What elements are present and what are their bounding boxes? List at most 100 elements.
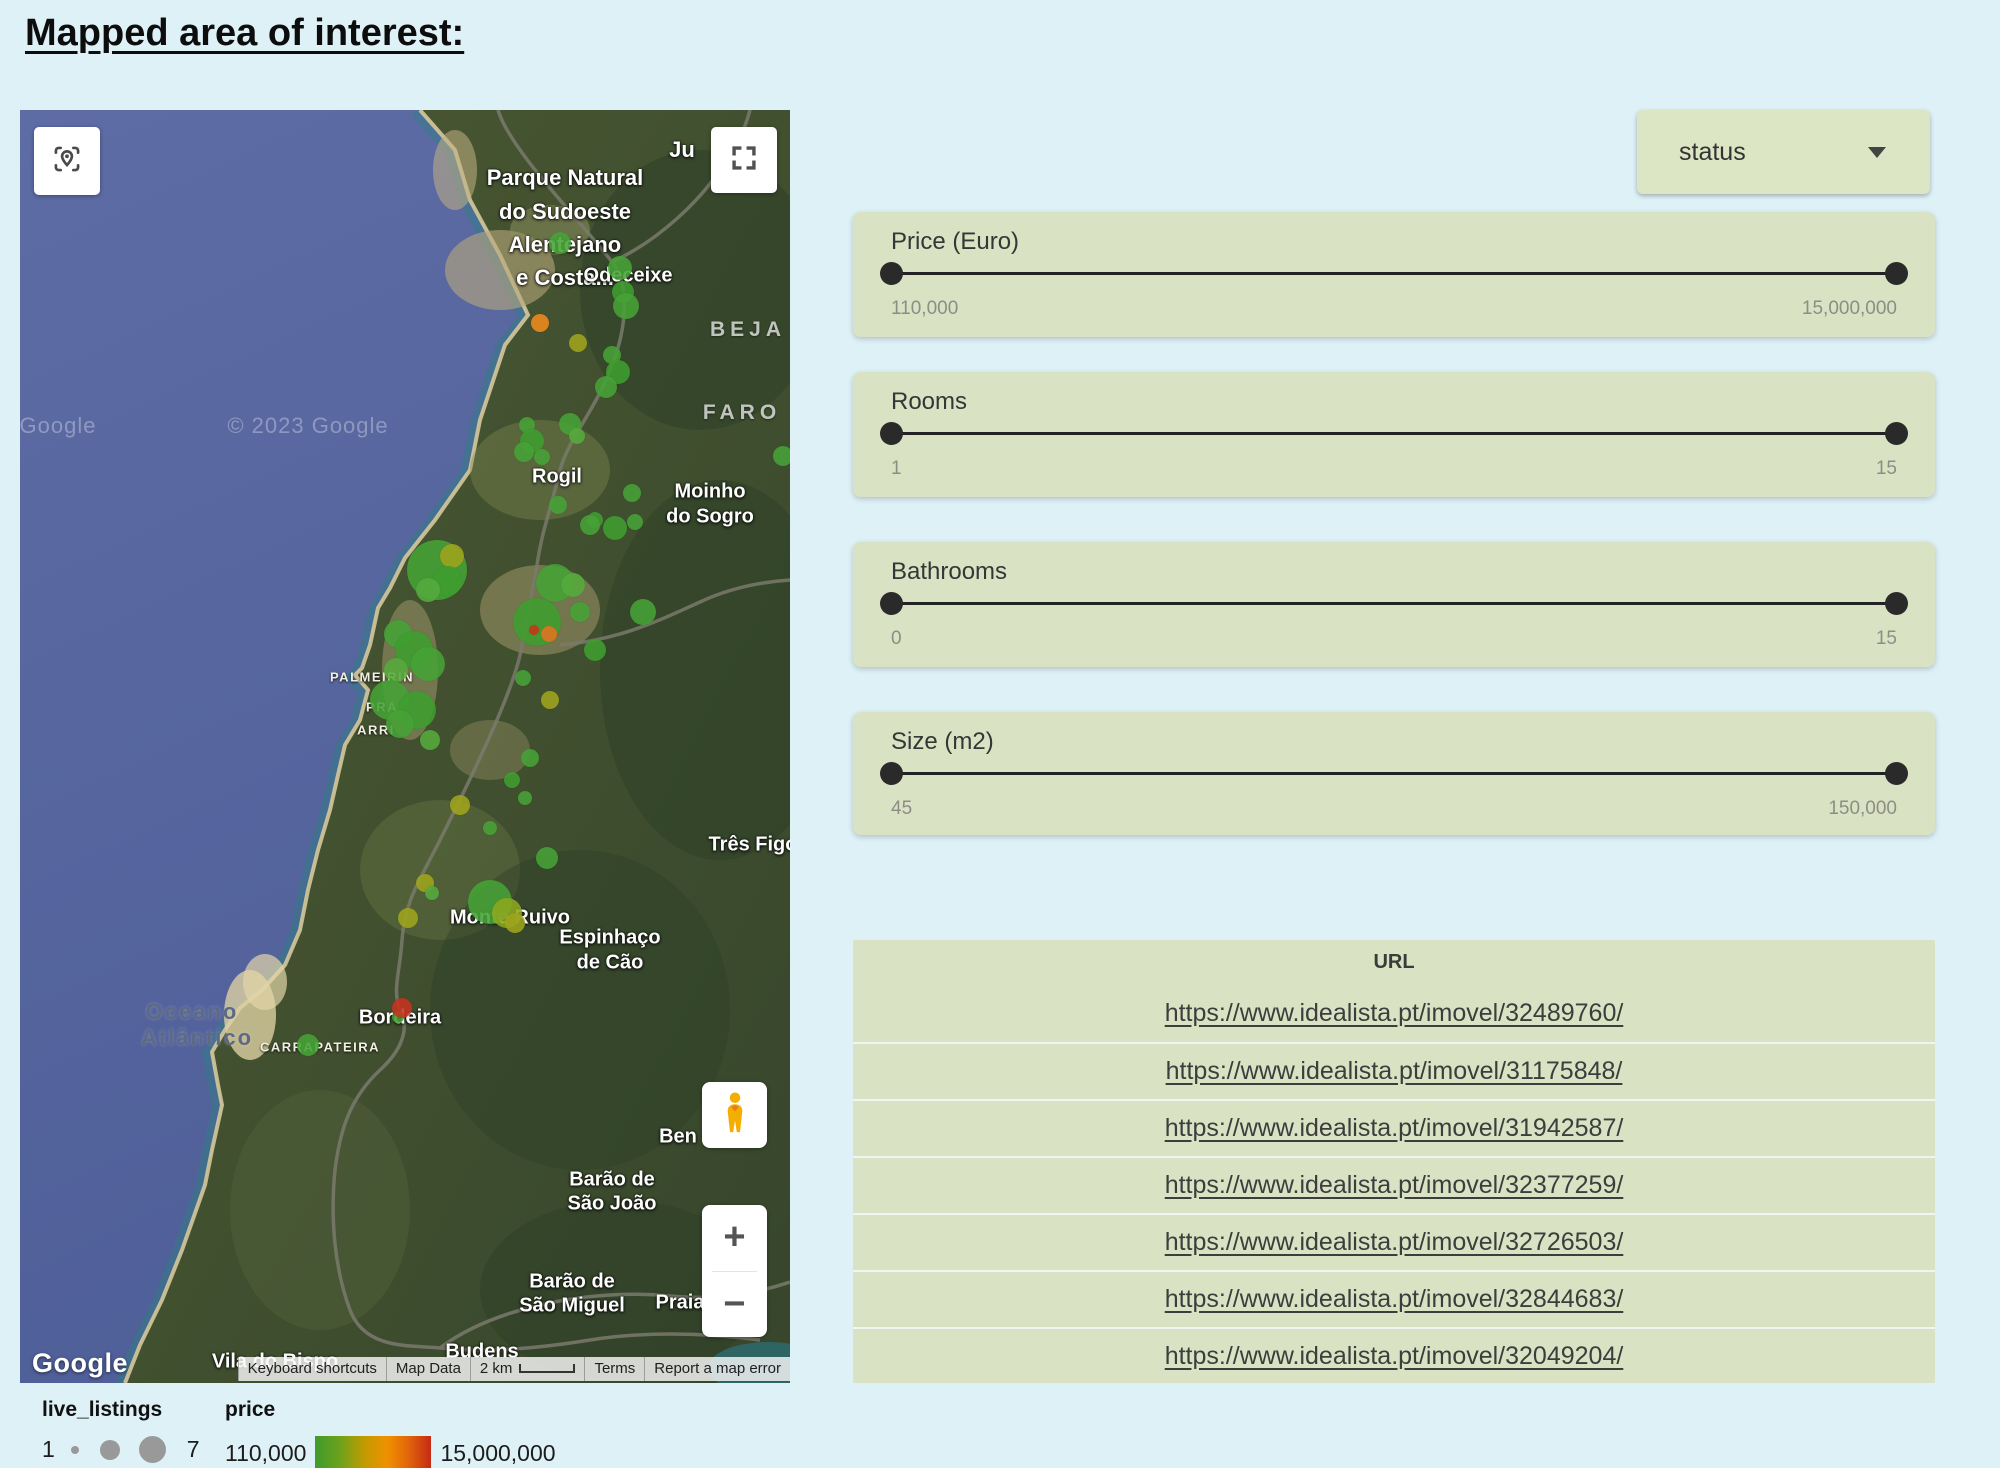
listing-marker[interactable] xyxy=(584,639,606,661)
size-dot-small xyxy=(71,1446,79,1454)
size-dot-large xyxy=(139,1436,166,1463)
slider-handle-min[interactable] xyxy=(880,762,903,785)
slider-handle-min[interactable] xyxy=(880,422,903,445)
slider-handle-max[interactable] xyxy=(1885,262,1908,285)
attribution-report-error[interactable]: Report a map error xyxy=(644,1357,790,1381)
slider-min-value: 0 xyxy=(891,628,902,650)
listing-marker[interactable] xyxy=(392,998,412,1018)
listing-marker[interactable] xyxy=(521,749,539,767)
listing-marker[interactable] xyxy=(541,691,559,709)
listing-marker[interactable] xyxy=(549,496,567,514)
slider-min-value: 110,000 xyxy=(891,298,958,320)
price-legend-max: 15,000,000 xyxy=(440,1440,555,1467)
listing-marker[interactable] xyxy=(425,886,439,900)
listing-marker[interactable] xyxy=(630,599,656,625)
size-slider[interactable] xyxy=(891,762,1897,786)
url-table-row: https://www.idealista.pt/imovel/32489760… xyxy=(853,985,1935,1042)
listing-marker[interactable] xyxy=(627,514,643,530)
slider-track[interactable] xyxy=(891,272,1897,275)
zoom-in-button[interactable]: + xyxy=(702,1205,767,1271)
listing-marker[interactable] xyxy=(420,730,440,750)
url-table-row: https://www.idealista.pt/imovel/32377259… xyxy=(853,1156,1935,1213)
listing-marker[interactable] xyxy=(505,913,525,933)
slider-track[interactable] xyxy=(891,602,1897,605)
slider-handle-min[interactable] xyxy=(880,592,903,615)
url-table: URL https://www.idealista.pt/imovel/3248… xyxy=(853,940,1935,1383)
listing-marker[interactable] xyxy=(569,334,587,352)
price-slider[interactable] xyxy=(891,262,1897,286)
status-dropdown[interactable]: status xyxy=(1637,110,1930,194)
filter-label-rooms: Rooms xyxy=(891,388,967,416)
listing-marker[interactable] xyxy=(580,515,600,535)
url-table-row: https://www.idealista.pt/imovel/31175848… xyxy=(853,1042,1935,1099)
listing-marker[interactable] xyxy=(561,573,585,597)
listing-marker[interactable] xyxy=(504,772,520,788)
listing-marker[interactable] xyxy=(411,647,445,681)
size-legend-min: 1 xyxy=(42,1436,55,1463)
listing-marker[interactable] xyxy=(297,1034,319,1056)
slider-handle-min[interactable] xyxy=(880,262,903,285)
listing-marker[interactable] xyxy=(541,626,557,642)
slider-track[interactable] xyxy=(891,772,1897,775)
slider-handle-max[interactable] xyxy=(1885,762,1908,785)
pegman-button[interactable] xyxy=(702,1082,767,1148)
listing-marker[interactable] xyxy=(570,602,590,622)
listing-marker[interactable] xyxy=(534,449,550,465)
price-legend: price 110,000 15,000,000 xyxy=(225,1398,556,1468)
fullscreen-button[interactable] xyxy=(711,127,777,193)
listing-url-link[interactable]: https://www.idealista.pt/imovel/32489760… xyxy=(1165,999,1624,1028)
listing-marker[interactable] xyxy=(569,428,585,444)
map-canvas[interactable]: Parque Naturaldo SudoesteAlentejanoe Cos… xyxy=(20,110,790,1383)
listing-marker[interactable] xyxy=(515,670,531,686)
listing-url-link[interactable]: https://www.idealista.pt/imovel/32726503… xyxy=(1165,1228,1624,1257)
pegman-icon xyxy=(720,1091,750,1140)
listing-marker[interactable] xyxy=(549,232,571,254)
caret-down-icon xyxy=(1868,147,1886,158)
attribution-scale: 2 km xyxy=(470,1357,585,1381)
listing-marker[interactable] xyxy=(613,293,639,319)
rooms-slider[interactable] xyxy=(891,422,1897,446)
listing-marker[interactable] xyxy=(398,908,418,928)
bathrooms-slider[interactable] xyxy=(891,592,1897,616)
listing-url-link[interactable]: https://www.idealista.pt/imovel/32377259… xyxy=(1165,1171,1624,1200)
listing-marker[interactable] xyxy=(536,847,558,869)
listing-marker[interactable] xyxy=(623,484,641,502)
filter-card-bathrooms: Bathrooms 0 15 xyxy=(853,542,1935,667)
listing-marker[interactable] xyxy=(531,314,549,332)
url-table-body: https://www.idealista.pt/imovel/32489760… xyxy=(853,985,1935,1383)
listing-url-link[interactable]: https://www.idealista.pt/imovel/31175848… xyxy=(1166,1057,1623,1086)
slider-handle-max[interactable] xyxy=(1885,422,1908,445)
attribution-terms[interactable]: Terms xyxy=(584,1357,644,1381)
zoom-out-button[interactable]: − xyxy=(702,1272,767,1338)
map-attribution: Keyboard shortcutsMap Data2 kmTermsRepor… xyxy=(238,1357,790,1381)
price-gradient-bar xyxy=(315,1436,431,1468)
listing-marker[interactable] xyxy=(595,376,617,398)
slider-min-value: 1 xyxy=(891,458,902,480)
attribution-keyboard-shortcuts[interactable]: Keyboard shortcuts xyxy=(238,1357,386,1381)
listing-marker[interactable] xyxy=(514,442,534,462)
listing-url-link[interactable]: https://www.idealista.pt/imovel/32049204… xyxy=(1165,1342,1624,1371)
listing-marker[interactable] xyxy=(773,446,790,466)
listing-marker[interactable] xyxy=(440,544,464,568)
slider-track[interactable] xyxy=(891,432,1897,435)
listing-marker[interactable] xyxy=(386,710,414,738)
listing-marker[interactable] xyxy=(603,516,627,540)
slider-max-value: 15,000,000 xyxy=(1802,298,1897,320)
listing-marker[interactable] xyxy=(450,795,470,815)
slider-handle-max[interactable] xyxy=(1885,592,1908,615)
listing-marker[interactable] xyxy=(416,578,440,602)
select-area-button[interactable] xyxy=(34,127,100,195)
attribution-map-data[interactable]: Map Data xyxy=(386,1357,470,1381)
listing-marker[interactable] xyxy=(529,625,539,635)
listing-marker[interactable] xyxy=(608,256,632,280)
listing-marker[interactable] xyxy=(384,658,408,682)
fullscreen-icon xyxy=(727,141,761,180)
listing-marker[interactable] xyxy=(518,791,532,805)
listing-marker[interactable] xyxy=(483,821,497,835)
google-logo: Google xyxy=(32,1348,128,1379)
url-table-row: https://www.idealista.pt/imovel/32049204… xyxy=(853,1327,1935,1383)
listing-url-link[interactable]: https://www.idealista.pt/imovel/31942587… xyxy=(1165,1114,1624,1143)
slider-max-value: 15 xyxy=(1876,628,1897,650)
page-title: Mapped area of interest: xyxy=(25,12,464,55)
listing-url-link[interactable]: https://www.idealista.pt/imovel/32844683… xyxy=(1165,1285,1624,1314)
